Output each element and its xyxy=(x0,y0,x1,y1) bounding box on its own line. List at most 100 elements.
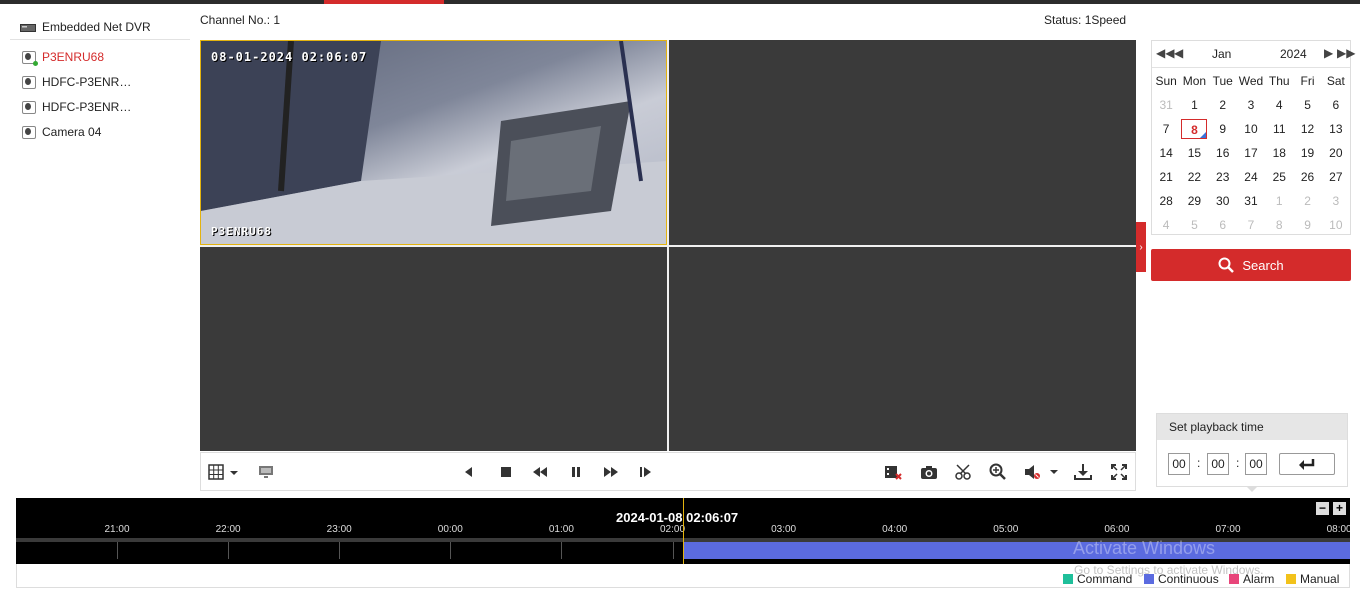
legend-swatch xyxy=(1063,574,1073,584)
video-window-4[interactable] xyxy=(669,247,1136,451)
calendar-day[interactable]: 26 xyxy=(1293,165,1321,189)
timeline-cursor[interactable] xyxy=(683,498,684,564)
reverse-play-button[interactable] xyxy=(460,463,478,481)
stop-all-button[interactable] xyxy=(884,463,902,481)
calendar: ◀◀ ◀ Jan 2024 ▶ ▶▶ Sun Mon Tue Wed Thu Fri Sat… xyxy=(1151,40,1355,237)
calendar-day[interactable]: 8 xyxy=(1180,117,1208,141)
camera-item-2[interactable]: HDFC-P3ENR… xyxy=(22,73,187,91)
popup-pointer xyxy=(1246,486,1258,492)
calendar-day[interactable]: 9 xyxy=(1293,213,1321,237)
calendar-day[interactable]: 8 xyxy=(1265,213,1293,237)
calendar-day[interactable]: 28 xyxy=(1152,189,1180,213)
zoom-out-timeline-button[interactable]: − xyxy=(1316,502,1329,515)
timeline-tick xyxy=(339,542,341,559)
apply-time-button[interactable] xyxy=(1279,453,1335,475)
calendar-day[interactable]: 15 xyxy=(1180,141,1208,165)
calendar-day[interactable]: 31 xyxy=(1237,189,1265,213)
capture-button[interactable] xyxy=(920,463,938,481)
slow-backward-button[interactable] xyxy=(531,463,549,481)
search-button[interactable]: Search xyxy=(1151,249,1351,281)
calendar-day[interactable]: 24 xyxy=(1237,165,1265,189)
panel-collapse-tab[interactable]: › xyxy=(1136,222,1146,272)
calendar-day[interactable]: 25 xyxy=(1265,165,1293,189)
digital-zoom-button[interactable] xyxy=(989,463,1007,481)
calendar-day[interactable]: 2 xyxy=(1209,93,1237,117)
time-separator: : xyxy=(1236,456,1240,470)
hour-input[interactable]: 00 xyxy=(1168,453,1190,475)
chevron-right-icon: › xyxy=(1139,241,1143,253)
previous-month-icon[interactable]: ◀ xyxy=(1174,46,1183,60)
clip-button[interactable] xyxy=(955,463,973,481)
calendar-day[interactable]: 14 xyxy=(1152,141,1180,165)
calendar-day[interactable]: 11 xyxy=(1265,117,1293,141)
calendar-day[interactable]: 5 xyxy=(1180,213,1208,237)
calendar-day[interactable]: 12 xyxy=(1293,117,1321,141)
fast-forward-button[interactable] xyxy=(602,463,620,481)
calendar-day[interactable]: 18 xyxy=(1265,141,1293,165)
fullscreen-button[interactable] xyxy=(1110,463,1128,481)
calendar-day[interactable]: 17 xyxy=(1237,141,1265,165)
legend-label: Command xyxy=(1077,572,1133,586)
next-year-icon[interactable]: ▶▶ xyxy=(1337,46,1355,60)
video-window-1[interactable]: 08-01-2024 02:06:07 P3ENRU68 xyxy=(200,40,667,245)
calendar-day[interactable]: 7 xyxy=(1237,213,1265,237)
calendar-day[interactable]: 22 xyxy=(1180,165,1208,189)
calendar-day[interactable]: 4 xyxy=(1152,213,1180,237)
dvr-icon xyxy=(20,23,36,32)
camera-item-3[interactable]: HDFC-P3ENR… xyxy=(22,98,187,116)
calendar-day[interactable]: 23 xyxy=(1209,165,1237,189)
windows-watermark: Activate Windows xyxy=(1073,538,1216,558)
calendar-year[interactable]: 2024 xyxy=(1280,47,1307,61)
calendar-day[interactable]: 13 xyxy=(1322,117,1350,141)
second-input[interactable]: 00 xyxy=(1245,453,1267,475)
calendar-day[interactable]: 3 xyxy=(1237,93,1265,117)
window-layout-button[interactable] xyxy=(208,463,238,481)
calendar-day[interactable]: 1 xyxy=(1180,93,1208,117)
calendar-day[interactable]: 9 xyxy=(1209,117,1237,141)
speaker-muted-icon xyxy=(1025,465,1058,479)
minute-input[interactable]: 00 xyxy=(1207,453,1229,475)
stop-button[interactable] xyxy=(497,463,515,481)
calendar-day[interactable]: 31 xyxy=(1152,93,1180,117)
previous-year-icon[interactable]: ◀◀ xyxy=(1156,46,1174,60)
calendar-day[interactable]: 5 xyxy=(1293,93,1321,117)
calendar-day[interactable]: 21 xyxy=(1152,165,1180,189)
full-screen-preview-button[interactable] xyxy=(257,463,275,481)
calendar-day[interactable]: 4 xyxy=(1265,93,1293,117)
calendar-day[interactable]: 30 xyxy=(1209,189,1237,213)
timeline-tick-label: 22:00 xyxy=(215,524,241,535)
video-window-3[interactable] xyxy=(200,247,667,451)
calendar-day[interactable]: 16 xyxy=(1209,141,1237,165)
camera-item-4[interactable]: Camera 04 xyxy=(22,123,187,141)
timeline[interactable]: 21:00 22:00 23:00 00:00 01:00 02:00 03:00 04:00… xyxy=(16,498,1350,564)
calendar-day[interactable]: 7 xyxy=(1152,117,1180,141)
camera-label: Camera 04 xyxy=(42,125,102,139)
calendar-day[interactable]: 20 xyxy=(1322,141,1350,165)
camera-icon xyxy=(921,466,937,479)
calendar-day[interactable]: 10 xyxy=(1322,213,1350,237)
timeline-tick-label: 04:00 xyxy=(882,524,908,535)
pause-button[interactable] xyxy=(567,463,585,481)
calendar-day[interactable]: 10 xyxy=(1237,117,1265,141)
calendar-day[interactable]: 27 xyxy=(1322,165,1350,189)
volume-button[interactable] xyxy=(1023,463,1059,481)
scissors-icon xyxy=(955,464,971,480)
legend-command: Command xyxy=(1063,572,1132,586)
calendar-day[interactable]: 29 xyxy=(1180,189,1208,213)
calendar-day[interactable]: 6 xyxy=(1322,93,1350,117)
download-button[interactable] xyxy=(1074,463,1092,481)
download-icon xyxy=(1074,464,1092,480)
timeline-tick-label: 05:00 xyxy=(993,524,1019,535)
camera-item-1[interactable]: P3ENRU68 xyxy=(22,48,187,66)
device-tree-root[interactable]: Embedded Net DVR xyxy=(20,17,188,37)
single-frame-button[interactable] xyxy=(637,463,655,481)
calendar-day[interactable]: 3 xyxy=(1322,189,1350,213)
next-month-icon[interactable]: ▶ xyxy=(1324,46,1333,60)
zoom-in-timeline-button[interactable]: + xyxy=(1333,502,1346,515)
calendar-day[interactable]: 6 xyxy=(1209,213,1237,237)
calendar-day[interactable]: 19 xyxy=(1293,141,1321,165)
calendar-day[interactable]: 1 xyxy=(1265,189,1293,213)
video-window-2[interactable] xyxy=(669,40,1136,245)
calendar-month[interactable]: Jan xyxy=(1212,47,1231,61)
calendar-day[interactable]: 2 xyxy=(1293,189,1321,213)
